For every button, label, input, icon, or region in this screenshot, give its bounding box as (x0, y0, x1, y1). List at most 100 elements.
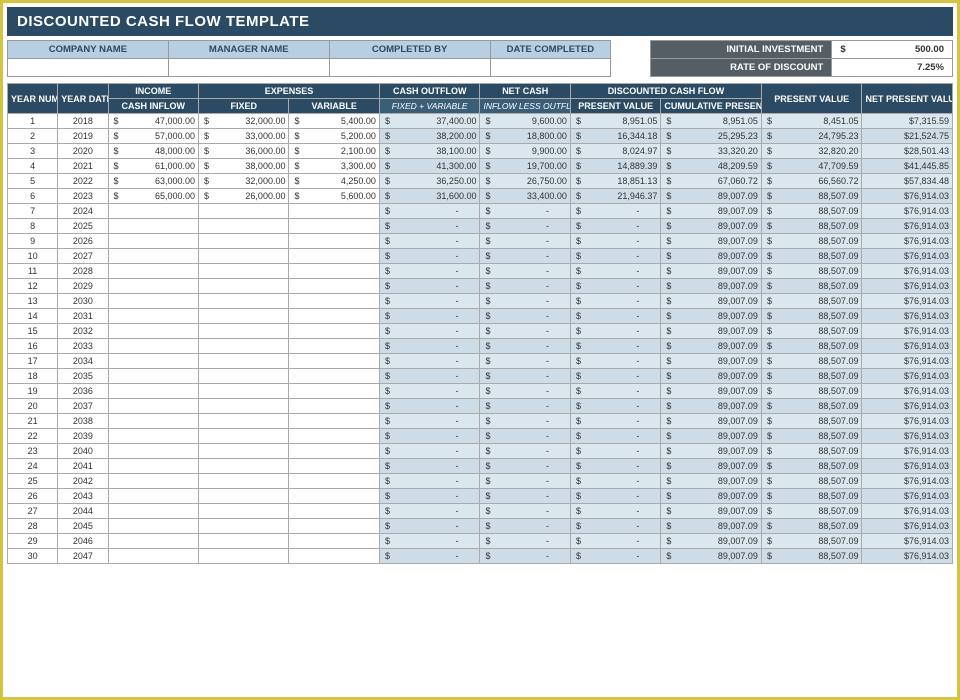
cell-fixed[interactable] (199, 549, 289, 564)
cell-net[interactable]: $- (480, 309, 570, 324)
cell-net[interactable]: $- (480, 489, 570, 504)
cell-fixed[interactable] (199, 204, 289, 219)
cell-inflow[interactable]: $61,000.00 (108, 159, 198, 174)
cell-inflow[interactable]: $47,000.00 (108, 114, 198, 129)
cell-cpv[interactable]: $89,007.09 (661, 189, 762, 204)
cell-pv[interactable]: $- (570, 324, 660, 339)
cell-pv[interactable]: $- (570, 459, 660, 474)
cell-net[interactable]: $- (480, 534, 570, 549)
cell-pv[interactable]: $- (570, 234, 660, 249)
cell-year-date[interactable]: 2032 (58, 324, 108, 339)
cell-inflow[interactable] (108, 204, 198, 219)
cell-inflow[interactable] (108, 249, 198, 264)
cell-cpv[interactable]: $89,007.09 (661, 354, 762, 369)
cell-variable[interactable] (289, 414, 379, 429)
cell-fixed[interactable] (199, 294, 289, 309)
cell-pv[interactable]: $- (570, 279, 660, 294)
cell-pv2[interactable]: $88,507.09 (761, 384, 862, 399)
cell-fixed[interactable] (199, 354, 289, 369)
cell-net[interactable]: $9,900.00 (480, 144, 570, 159)
rate-of-discount-value[interactable]: 7.25% (832, 59, 953, 77)
cell-pv[interactable]: $- (570, 429, 660, 444)
cell-fixed[interactable]: $36,000.00 (199, 144, 289, 159)
cell-outflow[interactable]: $- (379, 534, 480, 549)
cell-inflow[interactable] (108, 264, 198, 279)
cell-inflow[interactable] (108, 399, 198, 414)
cell-variable[interactable]: $3,300.00 (289, 159, 379, 174)
cell-inflow[interactable] (108, 219, 198, 234)
cell-pv2[interactable]: $88,507.09 (761, 249, 862, 264)
cell-outflow[interactable]: $- (379, 309, 480, 324)
cell-cpv[interactable]: $89,007.09 (661, 294, 762, 309)
cell-pv[interactable]: $- (570, 519, 660, 534)
cell-pv[interactable]: $- (570, 414, 660, 429)
cell-cpv[interactable]: $33,320.20 (661, 144, 762, 159)
cell-cpv[interactable]: $89,007.09 (661, 549, 762, 564)
cell-inflow[interactable] (108, 339, 198, 354)
cell-outflow[interactable]: $- (379, 414, 480, 429)
completed-by-input[interactable] (329, 59, 490, 77)
cell-pv[interactable]: $- (570, 549, 660, 564)
cell-fixed[interactable]: $38,000.00 (199, 159, 289, 174)
cell-variable[interactable] (289, 219, 379, 234)
cell-fixed[interactable]: $32,000.00 (199, 114, 289, 129)
cell-outflow[interactable]: $37,400.00 (379, 114, 480, 129)
cell-inflow[interactable] (108, 459, 198, 474)
cell-cpv[interactable]: $89,007.09 (661, 534, 762, 549)
cell-inflow[interactable] (108, 234, 198, 249)
cell-variable[interactable] (289, 294, 379, 309)
cell-year-date[interactable]: 2019 (58, 129, 108, 144)
date-completed-input[interactable] (490, 59, 611, 77)
cell-year-date[interactable]: 2022 (58, 174, 108, 189)
cell-variable[interactable] (289, 309, 379, 324)
cell-pv[interactable]: $- (570, 219, 660, 234)
cell-year-date[interactable]: 2028 (58, 264, 108, 279)
cell-outflow[interactable]: $- (379, 384, 480, 399)
cell-pv[interactable]: $- (570, 534, 660, 549)
cell-net[interactable]: $- (480, 504, 570, 519)
cell-fixed[interactable] (199, 414, 289, 429)
cell-net[interactable]: $- (480, 204, 570, 219)
cell-pv2[interactable]: $88,507.09 (761, 324, 862, 339)
cell-year-date[interactable]: 2029 (58, 279, 108, 294)
cell-inflow[interactable] (108, 279, 198, 294)
cell-fixed[interactable] (199, 459, 289, 474)
cell-cpv[interactable]: $89,007.09 (661, 204, 762, 219)
cell-outflow[interactable]: $38,200.00 (379, 129, 480, 144)
cell-pv[interactable]: $- (570, 264, 660, 279)
cell-variable[interactable] (289, 339, 379, 354)
cell-fixed[interactable] (199, 324, 289, 339)
cell-variable[interactable] (289, 324, 379, 339)
cell-pv2[interactable]: $32,820.20 (761, 144, 862, 159)
cell-variable[interactable] (289, 234, 379, 249)
cell-cpv[interactable]: $89,007.09 (661, 414, 762, 429)
cell-pv2[interactable]: $88,507.09 (761, 339, 862, 354)
cell-inflow[interactable] (108, 549, 198, 564)
cell-pv[interactable]: $- (570, 444, 660, 459)
cell-pv2[interactable]: $88,507.09 (761, 474, 862, 489)
cell-fixed[interactable] (199, 504, 289, 519)
cell-year-date[interactable]: 2038 (58, 414, 108, 429)
cell-cpv[interactable]: $89,007.09 (661, 249, 762, 264)
cell-pv2[interactable]: $8,451.05 (761, 114, 862, 129)
cell-pv2[interactable]: $88,507.09 (761, 294, 862, 309)
cell-outflow[interactable]: $- (379, 204, 480, 219)
cell-variable[interactable] (289, 429, 379, 444)
cell-cpv[interactable]: $8,951.05 (661, 114, 762, 129)
cell-cpv[interactable]: $89,007.09 (661, 519, 762, 534)
company-name-input[interactable] (8, 59, 169, 77)
cell-cpv[interactable]: $25,295.23 (661, 129, 762, 144)
cell-fixed[interactable] (199, 219, 289, 234)
cell-variable[interactable] (289, 519, 379, 534)
cell-outflow[interactable]: $- (379, 399, 480, 414)
cell-variable[interactable] (289, 354, 379, 369)
cell-cpv[interactable]: $89,007.09 (661, 234, 762, 249)
cell-variable[interactable]: $4,250.00 (289, 174, 379, 189)
cell-outflow[interactable]: $- (379, 219, 480, 234)
cell-pv2[interactable]: $88,507.09 (761, 504, 862, 519)
cell-year-date[interactable]: 2020 (58, 144, 108, 159)
cell-variable[interactable] (289, 399, 379, 414)
cell-cpv[interactable]: $89,007.09 (661, 429, 762, 444)
cell-variable[interactable] (289, 459, 379, 474)
cell-inflow[interactable] (108, 384, 198, 399)
